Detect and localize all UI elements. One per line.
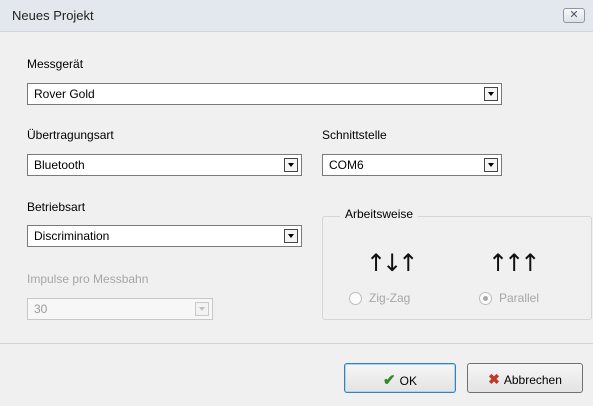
parallel-arrows-icon: ↑↑↑: [488, 249, 540, 277]
operation-select[interactable]: Discrimination: [27, 225, 302, 247]
check-icon: ✔: [383, 372, 396, 389]
work-mode-group: [322, 216, 592, 320]
interface-select[interactable]: COM6: [322, 154, 502, 176]
transfer-value: Bluetooth: [34, 158, 85, 172]
interface-value: COM6: [329, 158, 364, 172]
chevron-down-icon[interactable]: [284, 158, 298, 172]
chevron-down-icon[interactable]: [484, 87, 498, 101]
device-select[interactable]: Rover Gold: [27, 83, 502, 105]
ok-button[interactable]: ✔ OK: [344, 363, 456, 393]
pulses-label: Impulse pro Messbahn: [27, 272, 149, 286]
chevron-down-icon[interactable]: [284, 229, 298, 243]
pulses-select[interactable]: 30: [27, 298, 213, 320]
cancel-label: Abbrechen: [503, 373, 562, 387]
new-project-dialog: Neues Projekt ✕ Messgerät Rover Gold Übe…: [0, 0, 593, 406]
device-label: Messgerät: [27, 57, 84, 71]
operation-value: Discrimination: [34, 229, 110, 243]
transfer-label: Übertragungsart: [27, 128, 114, 142]
chevron-down-icon[interactable]: [484, 158, 498, 172]
pulses-value: 30: [34, 302, 48, 316]
operation-label: Betriebsart: [27, 200, 86, 214]
interface-label: Schnittstelle: [322, 128, 387, 142]
cancel-x-icon: ✖: [488, 371, 500, 387]
zigzag-label: Zig-Zag: [369, 291, 411, 305]
device-value: Rover Gold: [34, 87, 95, 101]
chevron-down-icon[interactable]: [195, 302, 209, 316]
ok-label: OK: [399, 374, 417, 388]
separator: [0, 343, 593, 344]
zigzag-radio[interactable]: [349, 292, 362, 305]
close-icon: ✕: [569, 9, 579, 21]
zigzag-arrows-icon: ↑↓↑: [366, 249, 418, 277]
parallel-radio[interactable]: [479, 292, 492, 305]
cancel-button[interactable]: ✖ Abbrechen: [467, 363, 583, 393]
title-bar: Neues Projekt ✕: [0, 0, 593, 32]
parallel-label: Parallel: [499, 291, 540, 305]
transfer-select[interactable]: Bluetooth: [27, 154, 302, 176]
close-button[interactable]: ✕: [563, 8, 585, 23]
window-title: Neues Projekt: [12, 8, 94, 23]
work-mode-title: Arbeitsweise: [340, 207, 419, 221]
